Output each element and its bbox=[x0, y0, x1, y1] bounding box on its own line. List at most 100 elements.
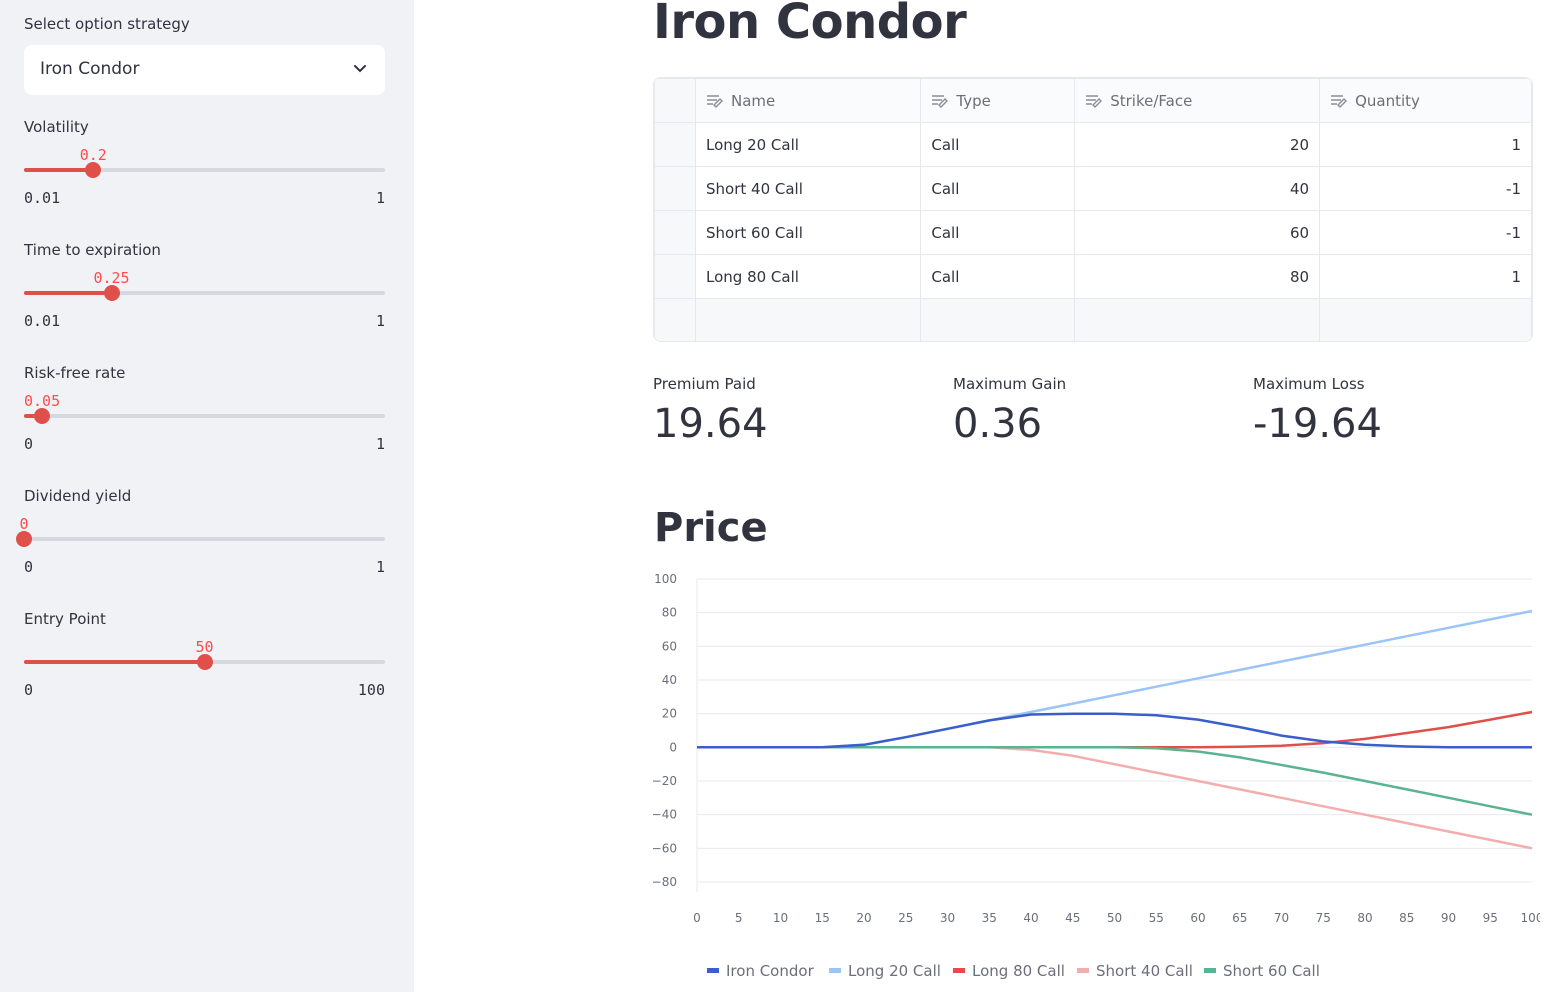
column-header-quantity[interactable]: Quantity bbox=[1319, 78, 1532, 123]
table-cell[interactable]: Long 80 Call bbox=[694, 254, 922, 299]
metric-maximum-loss: Maximum Loss -19.64 bbox=[1253, 375, 1382, 447]
table-row[interactable]: Short 60 Call Call 60 -1 bbox=[654, 210, 1532, 255]
slider-max: 1 bbox=[375, 558, 385, 576]
table-cell[interactable]: 20 bbox=[1074, 122, 1321, 167]
page-title: Iron Condor bbox=[653, 0, 967, 50]
table-cell[interactable]: 1 bbox=[1319, 254, 1532, 299]
slider-track[interactable] bbox=[24, 537, 385, 541]
x-tick-label: 65 bbox=[1232, 911, 1247, 925]
strategy-select[interactable]: Iron Condor bbox=[24, 45, 385, 95]
x-tick-label: 5 bbox=[735, 911, 743, 925]
legend-label: Long 80 Call bbox=[972, 962, 1065, 980]
table-cell[interactable]: 40 bbox=[1074, 166, 1321, 211]
chevron-down-icon bbox=[354, 65, 366, 73]
strategy-select-value: Iron Condor bbox=[40, 59, 140, 79]
x-tick-label: 0 bbox=[693, 911, 701, 925]
edit-column-icon bbox=[1086, 94, 1103, 108]
legend-swatch bbox=[1077, 968, 1089, 973]
legend-label: Long 20 Call bbox=[848, 962, 941, 980]
x-tick-label: 70 bbox=[1274, 911, 1289, 925]
column-label: Quantity bbox=[1355, 91, 1420, 110]
slider-track[interactable] bbox=[24, 414, 385, 418]
table-cell[interactable] bbox=[920, 298, 1076, 341]
metric-label: Maximum Gain bbox=[953, 375, 1067, 393]
slider-thumb[interactable] bbox=[16, 531, 32, 547]
table-cell[interactable]: Short 40 Call bbox=[694, 166, 922, 211]
slider[interactable]: 001 bbox=[16, 515, 385, 585]
row-index[interactable] bbox=[654, 298, 696, 341]
row-index[interactable] bbox=[654, 122, 696, 167]
x-tick-label: 30 bbox=[940, 911, 955, 925]
slider-min: 0 bbox=[24, 558, 34, 576]
slider[interactable]: 50 0 100 bbox=[24, 638, 385, 708]
row-index-header bbox=[654, 78, 696, 123]
slider[interactable]: 0.25 0.01 1 bbox=[24, 269, 385, 339]
table-cell[interactable]: -1 bbox=[1319, 210, 1532, 255]
y-tick-label: −80 bbox=[652, 875, 677, 889]
slider-track[interactable] bbox=[24, 168, 385, 172]
table-cell[interactable] bbox=[694, 298, 922, 341]
table-cell[interactable]: Call bbox=[920, 122, 1076, 167]
x-tick-label: 80 bbox=[1357, 911, 1372, 925]
slider-max: 1 bbox=[375, 189, 385, 207]
series-line-iron-condor bbox=[697, 712, 1532, 749]
series-line-long-20-call bbox=[697, 609, 1533, 749]
slider-max: 1 bbox=[375, 312, 385, 330]
y-tick-label: 0 bbox=[669, 740, 677, 754]
slider-max: 1 bbox=[375, 435, 385, 453]
metric-value: 19.64 bbox=[653, 401, 768, 447]
column-header-type[interactable]: Type bbox=[920, 78, 1076, 123]
legend-swatch bbox=[1204, 968, 1216, 973]
slider-label: Entry Point bbox=[24, 610, 106, 628]
table-cell[interactable]: Short 60 Call bbox=[694, 210, 922, 255]
table-cell[interactable]: Call bbox=[920, 254, 1076, 299]
column-header-strike[interactable]: Strike/Face bbox=[1074, 78, 1321, 123]
slider-label: Dividend yield bbox=[24, 487, 132, 505]
slider-label: Volatility bbox=[24, 118, 89, 136]
table-row[interactable]: Short 40 Call Call 40 -1 bbox=[654, 166, 1532, 211]
table-cell[interactable]: 80 bbox=[1074, 254, 1321, 299]
slider[interactable]: 0.05 0 1 bbox=[24, 392, 385, 462]
slider-thumb[interactable] bbox=[34, 408, 51, 424]
slider-track[interactable] bbox=[24, 291, 385, 295]
y-tick-label: −60 bbox=[652, 841, 677, 855]
table-row[interactable]: Long 80 Call Call 80 1 bbox=[654, 254, 1532, 299]
slider-min: 0.01 bbox=[24, 189, 61, 207]
x-tick-label: 25 bbox=[898, 911, 913, 925]
table-cell[interactable]: Long 20 Call bbox=[694, 122, 922, 167]
edit-column-icon bbox=[707, 94, 723, 108]
slider-thumb[interactable] bbox=[103, 285, 120, 301]
table-row[interactable]: Long 20 Call Call 20 1 bbox=[654, 122, 1532, 167]
x-tick-label: 45 bbox=[1065, 911, 1080, 925]
slider-label: Time to expiration bbox=[24, 241, 161, 259]
slider[interactable]: 0.2 0.01 1 bbox=[24, 146, 385, 216]
table-header-row: Name Type Strike/Face Quantity bbox=[654, 78, 1532, 123]
table-cell[interactable] bbox=[1074, 298, 1321, 341]
table-cell[interactable] bbox=[1319, 298, 1532, 341]
table-cell[interactable]: 1 bbox=[1319, 122, 1532, 167]
table-cell[interactable]: Call bbox=[920, 210, 1076, 255]
x-tick-label: 15 bbox=[815, 911, 830, 925]
metric-premium-paid: Premium Paid 19.64 bbox=[653, 375, 768, 447]
row-index[interactable] bbox=[654, 254, 696, 299]
slider-fill bbox=[24, 291, 112, 295]
row-index[interactable] bbox=[654, 166, 696, 211]
x-tick-label: 10 bbox=[773, 911, 788, 925]
slider-min: 0 bbox=[24, 681, 34, 699]
table-cell[interactable]: Call bbox=[920, 166, 1076, 211]
slider-thumb[interactable] bbox=[85, 162, 102, 178]
legend-swatch bbox=[829, 968, 841, 973]
table-cell[interactable]: -1 bbox=[1319, 166, 1532, 211]
row-index[interactable] bbox=[654, 210, 696, 255]
legend-label: Short 40 Call bbox=[1096, 962, 1193, 980]
column-label: Name bbox=[731, 91, 776, 110]
column-header-name[interactable]: Name bbox=[694, 78, 922, 123]
price-line-chart[interactable]: 100 80 60 40 20 0 −20 −40 −60 −80 0 5 10 15 20 25 30 35 40… bbox=[640, 570, 1540, 990]
legs-data-table[interactable]: Name Type Strike/Face Quantity Long 20 C… bbox=[653, 77, 1533, 342]
slider-thumb[interactable] bbox=[196, 654, 213, 670]
y-tick-label: 100 bbox=[654, 572, 677, 586]
x-tick-label: 60 bbox=[1190, 911, 1205, 925]
table-cell[interactable]: 60 bbox=[1074, 210, 1321, 255]
add-row[interactable] bbox=[654, 298, 1532, 341]
x-tick-label: 40 bbox=[1023, 911, 1038, 925]
